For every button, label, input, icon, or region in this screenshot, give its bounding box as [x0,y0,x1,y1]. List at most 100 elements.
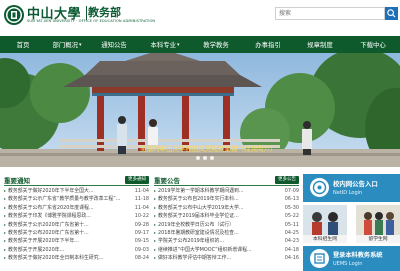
list-item[interactable]: 教务部关于开展2020年下半年... 09-15 [4,237,149,245]
list-item[interactable]: 学院关于公布2019年组织的... 04-23 [154,237,299,245]
nav-item-regulations[interactable]: 规章制度 [294,36,346,53]
list-item-title[interactable]: 教务部关于公布自2019年实行本科... [158,195,276,203]
list-item-date: 05-11 [284,221,299,228]
list-item[interactable]: 教务部关于公布自2019年实行本科... 06-13 [154,195,299,203]
bullet-arrow-icon [4,223,6,226]
netid-icon [310,178,329,197]
list-item-title[interactable]: 教务部关于做好2020年全日制本科生研究... [8,254,126,262]
list-item-title[interactable]: 学院关于公布2019年组织的... [158,237,276,245]
list-item[interactable]: 2019学年第一学期本科教学期间遇到... 07-09 [154,187,299,195]
bullet-arrow-icon [4,240,6,243]
list-item[interactable]: 教务部关于公布中山大学2019年大学... 05-30 [154,204,299,212]
list-item-title[interactable]: 教务部关于开展2020年... [8,246,126,254]
list-item[interactable]: 教务部关于做好2020年下半年全国大... 11-04 [4,187,149,195]
nav-item-downloads[interactable]: 下载中心 [346,36,400,53]
bullet-arrow-icon [4,190,6,192]
list-item-title[interactable]: 教务部关于公示广东省“教学质量与教学改革工程”... [8,195,126,203]
admissions-tile[interactable]: 本科招生网 [303,205,347,243]
list-item-date: 08-24 [134,255,149,262]
list-item[interactable]: 教务部关于公示2020年广东省第十... 09-28 [4,221,149,229]
chevron-down-icon: ▾ [177,41,180,48]
list-item-title[interactable]: 2019年全校教学日历公布（试行） [158,221,276,229]
bullet-arrow-icon [154,190,156,192]
banner-dot[interactable] [196,156,200,160]
list-item[interactable]: 教务部关于公布广东省2020年度课程... 11-04 [4,204,149,212]
banner-dot[interactable] [203,156,207,160]
search-button[interactable] [385,7,398,20]
list-item-date: 04-16 [284,255,299,262]
announcements-list: 2019学年第一学期本科教学期间遇到... 07-09 教务部关于公布自2019年实… [154,187,299,263]
list-item-title[interactable]: 2018年暑期教研室建设情况及检查... [158,229,276,237]
list-item-title[interactable]: 教务部关于公布2020年广东省第十... [8,229,126,237]
logo-department-name[interactable]: 教务部 [88,4,121,20]
list-item-date: 11-04 [134,204,149,211]
list-item-title[interactable]: 教务部关于公示2020年广东省第十... [8,221,126,229]
list-item-title[interactable]: 教务部关于做好2020年下半年全国大... [8,187,126,195]
bullet-arrow-icon [154,248,156,251]
uems-title: 登录本科教务系统 [333,252,383,259]
intl-students-tile[interactable]: 留学生网 [356,205,400,243]
main-nav: 首页 部门概况 ▾ 通知公告 本科专业 ▾ 教学教务 办事指引 规章制度 下载中心 [0,36,400,53]
list-item[interactable]: 做好本科教学评估中期答辩工作... 04-16 [154,254,299,262]
banner-caption[interactable]: 美丽的中山大学校园风光视频集锦（视频简介） [140,143,277,153]
list-item-date: 11-04 [134,188,149,194]
uems-subtitle: UEMS Login [333,261,363,267]
list-item-date: 05-30 [284,204,299,211]
bullet-arrow-icon [154,257,156,260]
list-item-title[interactable]: 2019学年第一学期本科教学期间遇到... [158,187,276,195]
nav-item-about[interactable]: 部门概况 ▾ [46,36,88,53]
list-item-date: 04-25 [284,229,299,236]
list-item[interactable]: 教务部关于2019届本科毕业学位证... 05-22 [154,212,299,220]
list-item[interactable]: 教务部关于开展2020年... 09-03 [4,246,149,254]
notices-more-button[interactable]: 更多通知 [125,176,149,184]
site-header: 中山大學 教务部 SUN YAT-SEN UNIVERSITY · OFFICE… [0,0,400,36]
bullet-arrow-icon [4,198,6,201]
bullet-arrow-icon [4,215,6,218]
netid-login-card[interactable]: 校内网公告入口 NetID Login [303,174,400,202]
list-item[interactable]: 2018年暑期教研室建设情况及检查... 04-25 [154,229,299,237]
nav-item-teaching[interactable]: 教学教务 [190,36,242,53]
banner-pager[interactable] [196,156,214,160]
uems-login-card[interactable]: 登录本科教务系统 UEMS Login [303,246,400,271]
bullet-arrow-icon [154,231,156,234]
list-item[interactable]: 继续推进“中国大学MOOC”组织新增课程... 04-18 [154,246,299,254]
list-item[interactable]: 教务部关于公布2020年广东省第十... 09-17 [4,229,149,237]
bullet-arrow-icon [154,198,156,201]
university-seal-logo[interactable] [3,4,25,26]
list-item-title[interactable]: 教务部关于印发《博雅学院课程思政... [8,212,126,220]
nav-item-notices[interactable]: 通知公告 [88,36,140,53]
bullet-arrow-icon [154,215,156,218]
nav-item-home[interactable]: 首页 [0,36,46,53]
bullet-arrow-icon [4,206,6,209]
list-item-title[interactable]: 教务部关于2019届本科毕业学位证... [158,212,276,220]
chevron-down-icon: ▾ [79,41,82,48]
notices-header: 重要通知 更多通知 [4,175,149,186]
list-item-title[interactable]: 教务部关于开展2020年下半年... [8,237,126,245]
banner-dot[interactable] [210,156,214,160]
netid-title: 校内网公告入口 [333,180,378,188]
nav-item-majors[interactable]: 本科专业 ▾ [140,36,190,53]
nav-item-guide[interactable]: 办事指引 [242,36,294,53]
logo-divider [86,6,87,20]
list-item-date: 07-09 [284,188,299,194]
bullet-arrow-icon [4,231,6,234]
announcements-title: 重要公告 [154,177,180,185]
admissions-label: 本科招生网 [313,237,337,242]
intl-students-label: 留学生网 [368,237,388,242]
list-item[interactable]: 教务部关于做好2020年全日制本科生研究... 08-24 [4,254,149,262]
list-item[interactable]: 教务部关于公示广东省“教学质量与教学改革工程”... 11-18 [4,195,149,203]
list-item-date: 05-22 [284,213,299,220]
notices-list: 教务部关于做好2020年下半年全国大... 11-04 教务部关于公示广东省“教学质… [4,187,149,263]
search-input[interactable] [275,7,385,20]
logo-english-name: SUN YAT-SEN UNIVERSITY · OFFICE OF EDUCA… [27,19,156,23]
list-item-title[interactable]: 继续推进“中国大学MOOC”组织新增课程... [158,246,276,254]
list-item-date: 04-18 [284,246,299,253]
list-item-title[interactable]: 教务部关于公布中山大学2019年大学... [158,204,276,212]
list-item[interactable]: 2019年全校教学日历公布（试行） 05-11 [154,221,299,229]
list-item-title[interactable]: 教务部关于公布广东省2020年度课程... [8,204,126,212]
notices-title: 重要通知 [4,177,30,185]
list-item[interactable]: 教务部关于印发《博雅学院课程思政... 10-22 [4,212,149,220]
list-item-title[interactable]: 做好本科教学评估中期答辩工作... [158,254,276,262]
search-icon [387,9,396,18]
announcements-more-button[interactable]: 更多公告 [275,176,299,184]
